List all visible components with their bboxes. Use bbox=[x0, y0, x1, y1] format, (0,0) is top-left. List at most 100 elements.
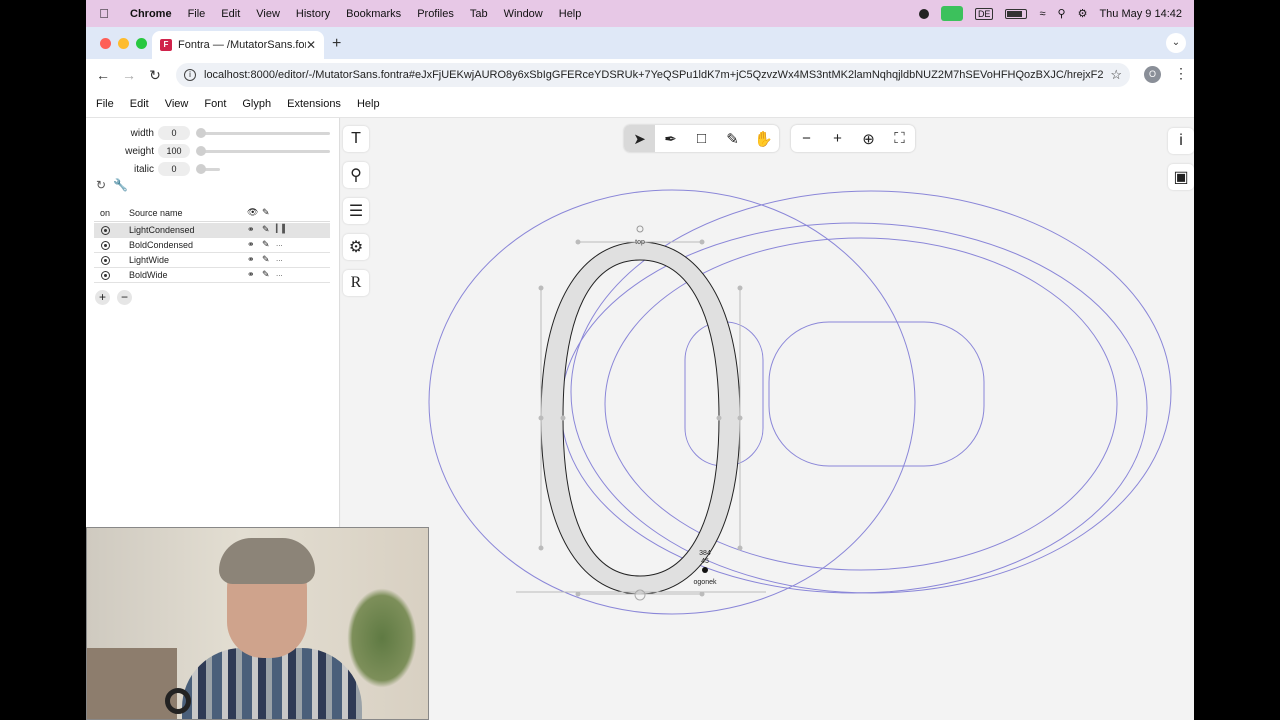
pointer-tool-icon[interactable]: ➤ bbox=[624, 125, 655, 152]
webcam-overlay bbox=[86, 527, 429, 720]
address-bar[interactable]: i localhost:8000/editor/-/MutatorSans.fo… bbox=[176, 63, 1130, 87]
visibility-closed-icon[interactable]: ⚭ bbox=[247, 254, 255, 265]
axis-value-input[interactable]: 0 bbox=[158, 162, 190, 176]
visibility-closed-icon[interactable]: ⚭ bbox=[247, 269, 255, 280]
menu-window[interactable]: Window bbox=[496, 8, 551, 20]
status-area: DE ≈ ⚲ ⚙ Thu May 9 14:42 bbox=[918, 6, 1194, 21]
app-menu-font[interactable]: Font bbox=[196, 98, 234, 110]
source-name-header: Source name bbox=[129, 208, 183, 218]
profile-avatar[interactable]: O bbox=[1144, 66, 1161, 83]
url-text[interactable]: localhost:8000/editor/-/MutatorSans.font… bbox=[204, 69, 1104, 81]
sliders-icon[interactable]: ☰ bbox=[343, 198, 369, 224]
axis-slider-track[interactable] bbox=[200, 132, 330, 135]
zoom-window-button[interactable] bbox=[136, 38, 147, 49]
glyph-outline-svg[interactable]: top ogonek 384 45 bbox=[341, 118, 1194, 720]
menu-view[interactable]: View bbox=[248, 8, 288, 20]
coordinate-y-label: 45 bbox=[701, 558, 709, 565]
edit-pencil-icon[interactable]: ✎ bbox=[262, 254, 270, 265]
source-on-toggle[interactable] bbox=[101, 271, 110, 280]
wifi-icon[interactable]: ≈ bbox=[1039, 8, 1045, 20]
menu-history[interactable]: History bbox=[288, 8, 338, 20]
text-tool-icon[interactable]: T bbox=[343, 126, 369, 152]
transform-icon[interactable]: ▣ bbox=[1168, 164, 1194, 190]
anchor-top-label: top bbox=[635, 239, 645, 246]
axis-slider-thumb[interactable] bbox=[196, 128, 206, 138]
close-tab-icon[interactable]: ✕ bbox=[306, 38, 316, 52]
bookmark-star-icon[interactable]: ☆ bbox=[1110, 67, 1122, 83]
apple-menu-icon[interactable]:  bbox=[86, 6, 122, 21]
source-row[interactable]: LightCondensed ⚭ ✎ ▎▌ bbox=[94, 223, 330, 238]
search-icon[interactable]: ⚲ bbox=[1058, 7, 1066, 20]
menu-bookmarks[interactable]: Bookmarks bbox=[338, 8, 409, 20]
axis-tools: ↻ 🔧 bbox=[96, 178, 132, 192]
zoom-out-icon[interactable]: − bbox=[791, 125, 822, 152]
reference-font-icon[interactable]: R bbox=[343, 270, 369, 296]
back-arrow-icon[interactable]: ← bbox=[90, 67, 116, 83]
fontra-menu-bar: File Edit View Font Glyph Extensions Hel… bbox=[86, 91, 1194, 118]
ellipsis-icon: ... bbox=[276, 239, 283, 248]
axis-value-input[interactable]: 100 bbox=[158, 144, 190, 158]
zoom-in-icon[interactable]: + bbox=[822, 125, 853, 152]
record-icon[interactable] bbox=[918, 8, 929, 19]
clock[interactable]: Thu May 9 14:42 bbox=[1099, 8, 1182, 20]
shape-tool-icon[interactable]: □ bbox=[686, 125, 717, 152]
hand-tool-icon[interactable]: ✋ bbox=[748, 125, 779, 152]
menu-profiles[interactable]: Profiles bbox=[409, 8, 462, 20]
forward-arrow-icon[interactable]: → bbox=[116, 67, 142, 83]
source-row[interactable]: BoldCondensed ⚭ ✎ ... bbox=[94, 238, 330, 253]
eye-icon[interactable]: 👁 bbox=[247, 207, 258, 218]
control-center-icon[interactable]: ⚙ bbox=[1078, 7, 1088, 20]
menu-file[interactable]: File bbox=[180, 8, 214, 20]
search-icon[interactable]: ⚲ bbox=[343, 162, 369, 188]
app-menu-glyph[interactable]: Glyph bbox=[234, 98, 279, 110]
close-window-button[interactable] bbox=[100, 38, 111, 49]
menu-chrome[interactable]: Chrome bbox=[122, 8, 180, 20]
app-menu-extensions[interactable]: Extensions bbox=[279, 98, 349, 110]
pen-tool-icon[interactable]: ✒ bbox=[655, 125, 686, 152]
edit-pencil-icon[interactable]: ✎ bbox=[262, 269, 270, 280]
battery-icon[interactable] bbox=[1005, 8, 1028, 19]
source-on-toggle[interactable] bbox=[101, 256, 110, 265]
visibility-closed-icon[interactable]: ⚭ bbox=[247, 224, 255, 235]
knife-tool-icon[interactable]: ✎ bbox=[717, 125, 748, 152]
edit-pencil-icon[interactable]: ✎ bbox=[262, 224, 270, 235]
tab-fontra[interactable]: F Fontra — /MutatorSans.fontra ✕ bbox=[152, 31, 324, 59]
axis-slider-track[interactable] bbox=[200, 150, 330, 153]
zoom-to-fit-icon[interactable]: ⊕ bbox=[853, 125, 884, 152]
source-on-toggle[interactable] bbox=[101, 226, 110, 235]
app-menu-help[interactable]: Help bbox=[349, 98, 388, 110]
input-source[interactable]: DE bbox=[974, 7, 994, 20]
anchor-top-point[interactable] bbox=[636, 225, 644, 233]
menu-edit[interactable]: Edit bbox=[213, 8, 248, 20]
edit-pencil-icon[interactable]: ✎ bbox=[262, 239, 270, 250]
info-icon[interactable]: i bbox=[1168, 128, 1194, 154]
axis-value-input[interactable]: 0 bbox=[158, 126, 190, 140]
wrench-icon[interactable]: 🔧 bbox=[113, 178, 128, 192]
app-menu-edit[interactable]: Edit bbox=[122, 98, 157, 110]
axis-slider-thumb[interactable] bbox=[196, 146, 206, 156]
gear-icon[interactable]: ⚙ bbox=[343, 234, 369, 260]
axis-slider-thumb[interactable] bbox=[196, 164, 206, 174]
chrome-menu-icon[interactable]: ⋮ bbox=[1174, 65, 1188, 82]
menu-tab[interactable]: Tab bbox=[462, 8, 496, 20]
reset-axes-icon[interactable]: ↻ bbox=[96, 178, 106, 192]
source-on-toggle[interactable] bbox=[101, 241, 110, 250]
source-row[interactable]: LightWide ⚭ ✎ ... bbox=[94, 253, 330, 268]
add-source-button[interactable]: + bbox=[95, 290, 110, 305]
visibility-closed-icon[interactable]: ⚭ bbox=[247, 239, 255, 250]
fullscreen-icon[interactable]: ⛶ bbox=[884, 125, 915, 152]
app-menu-view[interactable]: View bbox=[157, 98, 197, 110]
menu-help[interactable]: Help bbox=[551, 8, 590, 20]
pencil-icon[interactable]: ✎ bbox=[262, 207, 270, 218]
new-tab-button[interactable]: + bbox=[332, 35, 341, 53]
anchor-ogonek-point[interactable] bbox=[702, 567, 708, 573]
remove-source-button[interactable]: − bbox=[117, 290, 132, 305]
source-row[interactable]: BoldWide ⚭ ✎ ... bbox=[94, 268, 330, 283]
camera-icon[interactable] bbox=[940, 6, 963, 21]
site-info-icon[interactable]: i bbox=[184, 69, 196, 81]
glyph-canvas[interactable]: top ogonek 384 45 T ⚲ ☰ ⚙ R ➤ ✒ □ ✎ ✋ − … bbox=[341, 118, 1194, 720]
tab-search-chevron-icon[interactable]: ⌄ bbox=[1166, 33, 1186, 53]
minimize-window-button[interactable] bbox=[118, 38, 129, 49]
reload-icon[interactable]: ↻ bbox=[142, 67, 168, 84]
app-menu-file[interactable]: File bbox=[86, 98, 122, 110]
